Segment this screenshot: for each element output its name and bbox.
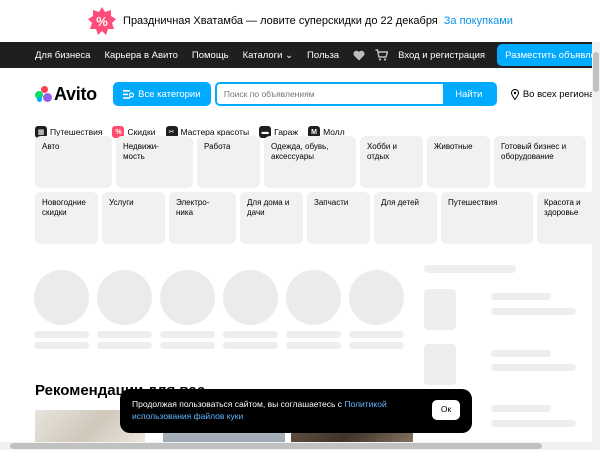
skeleton-sidebar-line	[491, 405, 551, 412]
skeleton-circle	[286, 270, 341, 325]
skeleton-line	[34, 342, 89, 349]
nav-benefit[interactable]: Польза	[307, 50, 339, 61]
category-tile[interactable]: Одежда, обувь, аксессуары	[264, 136, 356, 188]
logo-dots-icon	[35, 86, 52, 102]
categories-icon	[123, 89, 135, 99]
category-tile[interactable]: Готовый бизнес и оборудование	[494, 136, 586, 188]
horizontal-scrollbar[interactable]	[0, 442, 592, 450]
skeleton-sidebar-line	[491, 308, 576, 315]
skeleton-sidebar-line	[491, 364, 576, 371]
skeleton-sidebar-block	[424, 344, 456, 385]
skeleton-line	[160, 331, 215, 338]
category-grid: Авто Недвижи- мость Работа Одежда, обувь…	[35, 136, 600, 248]
skeleton-circle	[349, 270, 404, 325]
category-tile[interactable]: Животные	[427, 136, 490, 188]
category-tile[interactable]: Хобби и отдых	[360, 136, 423, 188]
location-pin-icon	[510, 88, 519, 100]
cookie-text: Продолжая пользоваться сайтом, вы соглаш…	[132, 399, 387, 421]
heart-icon[interactable]	[353, 48, 365, 62]
category-tile[interactable]: Недвижи- мость	[116, 136, 193, 188]
category-tile[interactable]: Для детей	[374, 192, 437, 244]
search-box: Найти	[214, 82, 497, 106]
main-header: Avito Все категории Найти Во всех регион…	[0, 68, 600, 120]
skeleton-circle	[34, 270, 89, 325]
percent-badge-icon: %	[87, 6, 117, 36]
scrollbar-thumb[interactable]	[593, 52, 599, 92]
post-ad-button[interactable]: Разместить объявление	[497, 44, 600, 66]
skeleton-line	[349, 342, 404, 349]
skeleton-line	[97, 331, 152, 338]
category-tile[interactable]: Авто	[35, 136, 112, 188]
skeleton-circle	[223, 270, 278, 325]
skeleton-line	[223, 342, 278, 349]
skeleton-sidebar-line	[491, 350, 551, 357]
skeleton-sidebar-line	[491, 293, 551, 300]
skeleton-sidebar-block	[424, 289, 456, 330]
skeleton-line	[286, 342, 341, 349]
skeleton-circle	[97, 270, 152, 325]
cart-icon[interactable]	[375, 48, 389, 62]
nav-help[interactable]: Помощь	[192, 50, 229, 61]
skeleton-sidebar-line	[491, 420, 576, 427]
category-tile[interactable]: Работа	[197, 136, 260, 188]
nav-career[interactable]: Карьера в Авито	[104, 50, 177, 61]
category-tile[interactable]: Запчасти	[307, 192, 370, 244]
promo-link[interactable]: За покупками	[444, 15, 513, 27]
search-input[interactable]	[216, 84, 443, 104]
skeleton-line	[286, 331, 341, 338]
region-selector[interactable]: Во всех регионах	[510, 88, 599, 100]
skeleton-circle	[160, 270, 215, 325]
promo-banner: % Праздничная Хватамба — ловите суперски…	[0, 0, 600, 42]
skeleton-line	[160, 342, 215, 349]
scrollbar-thumb[interactable]	[10, 443, 542, 449]
nav-business[interactable]: Для бизнеса	[35, 50, 90, 61]
nav-catalogs[interactable]: Каталоги ⌄	[243, 50, 293, 61]
search-button[interactable]: Найти	[442, 84, 495, 104]
category-tile[interactable]: Путешествия	[441, 192, 533, 244]
chevron-down-icon: ⌄	[285, 49, 294, 61]
category-tile[interactable]: Для дома и дачи	[240, 192, 303, 244]
skeleton-sidebar-header	[424, 265, 516, 273]
cookie-banner: Продолжая пользоваться сайтом, вы соглаш…	[120, 389, 472, 433]
all-categories-button[interactable]: Все категории	[112, 82, 211, 106]
category-tile[interactable]: Новогодние скидки	[35, 192, 98, 244]
top-nav-bar: Для бизнеса Карьера в Авито Помощь Катал…	[0, 42, 600, 68]
promo-text: Праздничная Хватамба — ловите суперскидк…	[123, 15, 438, 27]
category-tile[interactable]: Красота и здоровье	[537, 192, 600, 244]
skeleton-line	[97, 342, 152, 349]
vertical-scrollbar[interactable]	[592, 42, 600, 450]
category-tile[interactable]: Электро- ника	[169, 192, 236, 244]
skeleton-line	[34, 331, 89, 338]
logo-text: Avito	[54, 83, 97, 104]
skeleton-line	[223, 331, 278, 338]
cookie-ok-button[interactable]: Ок	[432, 400, 460, 420]
category-tile[interactable]: Услуги	[102, 192, 165, 244]
avito-logo[interactable]: Avito	[35, 84, 97, 105]
skeleton-line	[349, 331, 404, 338]
login-link[interactable]: Вход и регистрация	[398, 50, 485, 61]
